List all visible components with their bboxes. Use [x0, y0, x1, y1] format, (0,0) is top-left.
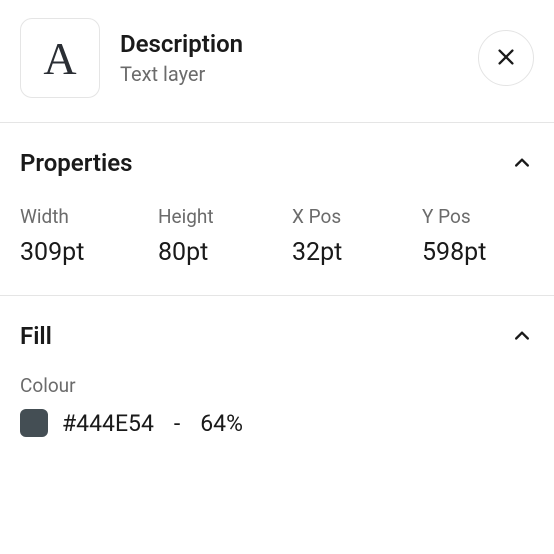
layer-type-label: Text layer: [120, 62, 458, 86]
header-text-group: Description Text layer: [120, 30, 458, 86]
width-label: Width: [20, 205, 148, 228]
width-property: Width 309pt: [20, 205, 148, 267]
colour-row: #444E54 - 64%: [20, 409, 534, 437]
chevron-up-icon: [510, 151, 534, 175]
colour-hex-value[interactable]: #444E54: [62, 410, 154, 437]
xpos-label: X Pos: [292, 205, 412, 228]
properties-section-header[interactable]: Properties: [20, 149, 534, 177]
colour-swatch[interactable]: [20, 409, 48, 437]
xpos-property: X Pos 32pt: [292, 205, 412, 267]
xpos-value[interactable]: 32pt: [292, 238, 412, 267]
separator: -: [174, 410, 180, 437]
fill-section-header[interactable]: Fill: [20, 322, 534, 350]
properties-section: Properties Width 309pt Height 80pt X Pos…: [0, 123, 554, 295]
height-property: Height 80pt: [158, 205, 282, 267]
ypos-property: Y Pos 598pt: [422, 205, 534, 267]
properties-grid: Width 309pt Height 80pt X Pos 32pt Y Pos…: [20, 205, 534, 267]
close-icon: [495, 46, 517, 71]
chevron-up-icon: [510, 324, 534, 348]
fill-section-title: Fill: [20, 322, 52, 350]
layer-title: Description: [120, 30, 458, 58]
panel-header: A Description Text layer: [0, 0, 554, 122]
text-layer-glyph: A: [43, 32, 76, 85]
properties-section-title: Properties: [20, 149, 132, 177]
close-button[interactable]: [478, 30, 534, 86]
text-layer-icon: A: [20, 18, 100, 98]
colour-opacity-value[interactable]: 64%: [200, 410, 243, 437]
ypos-value[interactable]: 598pt: [422, 238, 534, 267]
width-value[interactable]: 309pt: [20, 238, 148, 267]
height-label: Height: [158, 205, 282, 228]
ypos-label: Y Pos: [422, 205, 534, 228]
fill-section: Fill Colour #444E54 - 64%: [0, 296, 554, 465]
colour-label: Colour: [20, 374, 534, 397]
height-value[interactable]: 80pt: [158, 238, 282, 267]
